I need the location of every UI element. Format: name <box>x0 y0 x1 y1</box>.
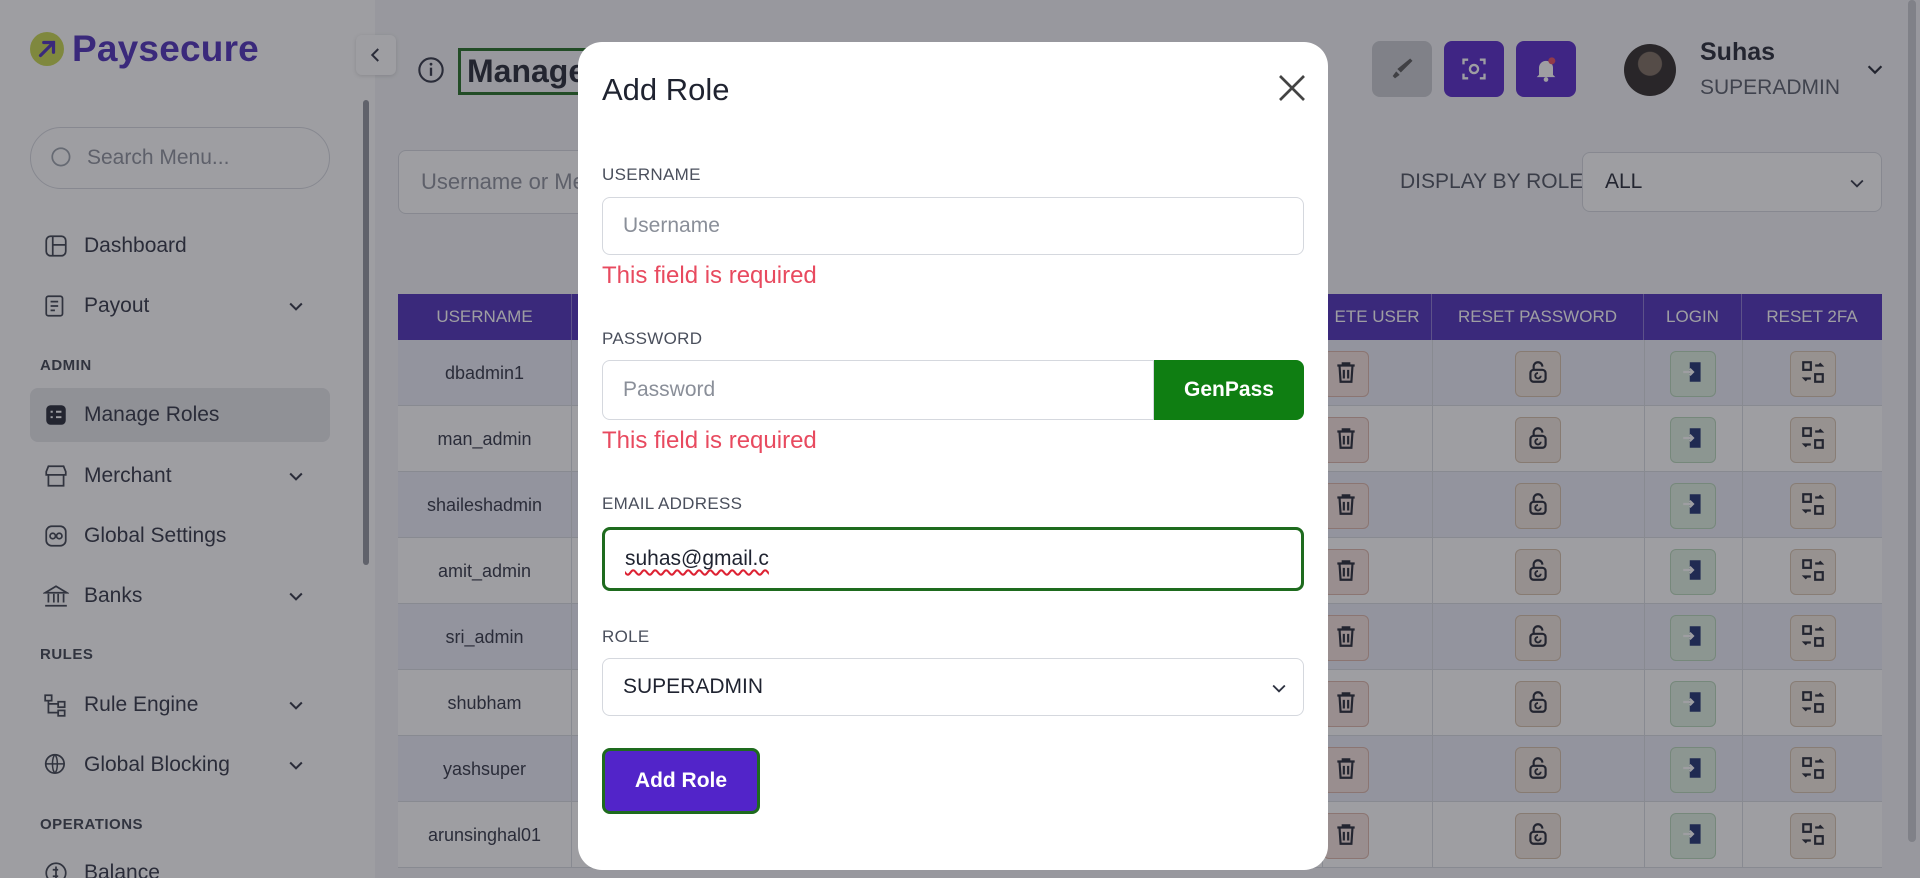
role-value: SUPERADMIN <box>623 675 764 698</box>
username-field[interactable] <box>602 197 1304 255</box>
username-label: USERNAME <box>602 165 701 184</box>
role-select[interactable]: SUPERADMIN <box>602 658 1304 716</box>
chevron-down-icon <box>1272 684 1286 693</box>
add-role-modal: Add Role USERNAME This field is required… <box>578 42 1328 870</box>
email-value: suhas@gmail.c <box>625 547 769 570</box>
email-label: EMAIL ADDRESS <box>602 494 743 513</box>
modal-title: Add Role <box>602 72 730 107</box>
genpass-button[interactable]: GenPass <box>1154 360 1304 420</box>
close-icon[interactable] <box>1276 72 1308 104</box>
role-label: ROLE <box>602 627 650 646</box>
email-field[interactable]: suhas@gmail.c <box>602 527 1304 591</box>
add-role-submit-button[interactable]: Add Role <box>602 748 760 814</box>
password-label: PASSWORD <box>602 329 703 348</box>
password-field[interactable] <box>602 360 1154 420</box>
password-error: This field is required <box>602 427 817 454</box>
username-error: This field is required <box>602 262 817 289</box>
